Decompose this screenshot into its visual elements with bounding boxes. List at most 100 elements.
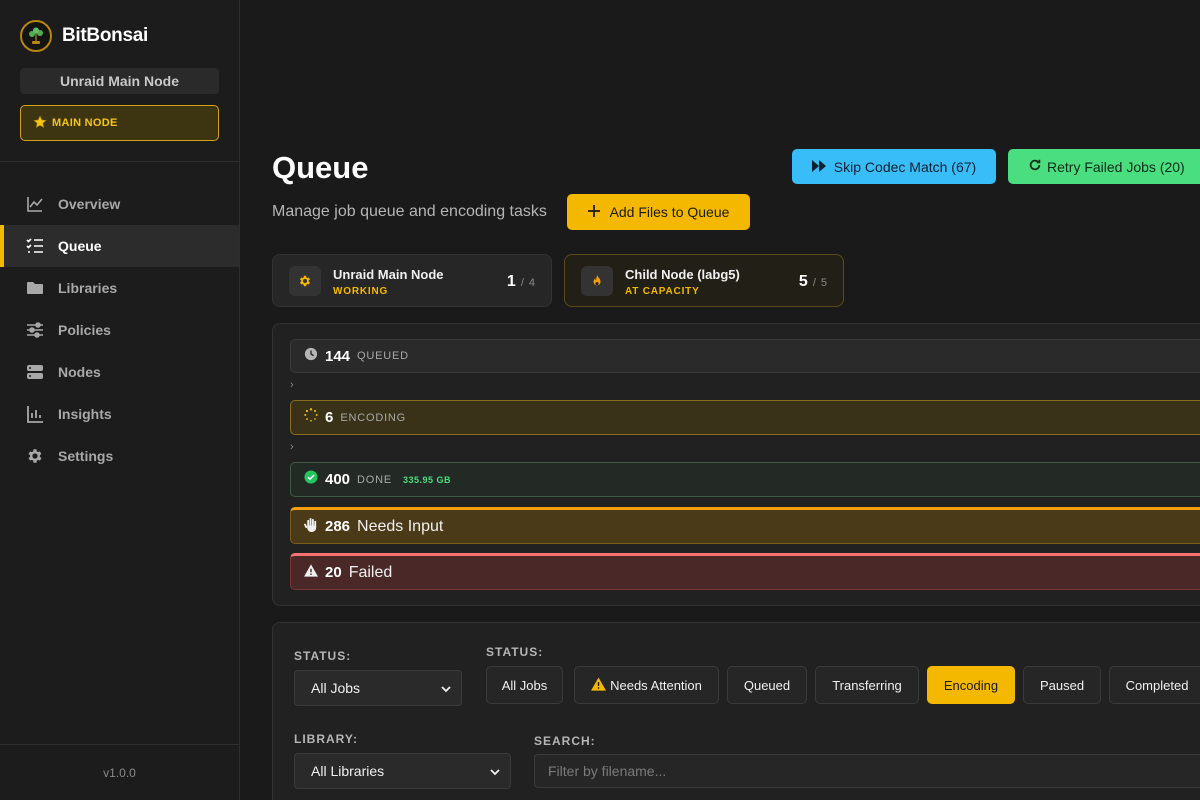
main-node-badge: MAIN NODE	[20, 105, 219, 141]
status-chips-label: STATUS:	[486, 645, 544, 659]
sidebar-item-label: Overview	[58, 196, 121, 212]
sidebar-item-overview[interactable]: Overview	[0, 183, 239, 225]
bonsai-logo-icon	[20, 20, 52, 52]
node-status: AT CAPACITY	[625, 286, 700, 297]
status-summary-panel: 144 QUEUED › 6 ENCODING › 400 DONE 335.9…	[272, 323, 1200, 606]
server-icon	[26, 363, 44, 381]
app-name: BitBonsai	[62, 25, 148, 46]
queued-count: 144	[325, 347, 351, 365]
status-row-needs-input[interactable]: 286 Needs Input	[290, 507, 1200, 544]
chip-label: Transferring	[832, 677, 902, 693]
chip-all-jobs[interactable]: All Jobs	[486, 666, 563, 704]
node-job-count: 5 / 5	[799, 273, 827, 291]
node-capacity-separator: /	[520, 277, 524, 289]
add-files-label: Add Files to Queue	[609, 204, 730, 220]
library-select-value: All Libraries	[311, 763, 385, 779]
sidebar-divider	[0, 161, 239, 162]
needs-input-label: Needs Input	[357, 517, 444, 535]
fast-forward-icon	[811, 159, 826, 175]
node-capacity: 4	[528, 277, 535, 289]
chevron-right-icon[interactable]: ›	[290, 441, 294, 453]
failed-count: 20	[325, 564, 342, 581]
folder-icon	[26, 279, 44, 297]
page-title: Queue	[272, 150, 369, 185]
failed-label: Failed	[348, 563, 393, 581]
node-active-jobs: 5	[798, 273, 808, 290]
hand-icon	[304, 517, 318, 537]
skip-codec-match-label: Skip Codec Match (67)	[833, 158, 977, 175]
sidebar-item-nodes[interactable]: Nodes	[0, 351, 239, 393]
status-select[interactable]: All Jobs	[294, 670, 462, 706]
node-status: WORKING	[333, 286, 389, 297]
chip-label: Completed	[1125, 677, 1189, 693]
skip-codec-match-button[interactable]: Skip Codec Match (67)	[792, 149, 996, 184]
node-capacity: 5	[820, 277, 827, 289]
gear-icon	[289, 266, 321, 296]
status-row-encoding[interactable]: 6 ENCODING	[290, 400, 1200, 435]
chip-needs-attention[interactable]: Needs Attention	[574, 666, 719, 704]
chip-transferring[interactable]: Transferring	[815, 666, 919, 704]
chip-queued[interactable]: Queued	[727, 666, 807, 704]
chip-label: Needs Attention	[610, 677, 702, 693]
encoding-label: ENCODING	[340, 411, 407, 424]
retry-failed-jobs-button[interactable]: Retry Failed Jobs (20)	[1008, 149, 1200, 184]
sidebar-item-label: Policies	[58, 322, 111, 338]
status-row-failed[interactable]: 20 Failed	[290, 553, 1200, 590]
status-row-queued[interactable]: 144 QUEUED	[290, 339, 1200, 373]
search-input[interactable]	[534, 754, 1200, 788]
check-circle-icon	[304, 470, 318, 489]
sidebar-item-libraries[interactable]: Libraries	[0, 267, 239, 309]
chip-label: All Jobs	[501, 677, 548, 693]
status-filter-label: STATUS:	[294, 649, 352, 663]
chip-paused[interactable]: Paused	[1023, 666, 1101, 704]
node-card-child[interactable]: Child Node (labg5) AT CAPACITY 5 / 5	[564, 254, 844, 307]
sidebar-item-insights[interactable]: Insights	[0, 393, 239, 435]
plus-icon	[587, 204, 600, 220]
node-name: Child Node (labg5)	[625, 267, 740, 282]
done-label: DONE	[357, 473, 393, 486]
warning-icon	[591, 676, 607, 694]
fire-icon	[581, 266, 613, 296]
chevron-down-icon	[441, 680, 451, 696]
chevron-right-icon[interactable]: ›	[290, 379, 294, 391]
node-name: Unraid Main Node	[333, 267, 444, 282]
sidebar-item-queue[interactable]: Queue	[0, 225, 239, 267]
sidebar-item-settings[interactable]: Settings	[0, 435, 239, 477]
chip-label: Paused	[1039, 677, 1085, 693]
node-card-main[interactable]: Unraid Main Node WORKING 1 / 4	[272, 254, 552, 307]
sidebar-footer-divider	[0, 744, 239, 745]
star-icon	[33, 114, 47, 132]
done-count: 400	[325, 471, 351, 488]
sidebar-nav: Overview Queue Libraries Policies Nodes	[0, 183, 239, 477]
node-job-count: 1 / 4	[507, 273, 535, 291]
chevron-down-icon	[490, 763, 500, 779]
library-select[interactable]: All Libraries	[294, 753, 511, 789]
sidebar-item-label: Queue	[58, 238, 102, 254]
retry-failed-jobs-label: Retry Failed Jobs (20)	[1047, 158, 1185, 175]
status-row-done[interactable]: 400 DONE 335.95 GB	[290, 462, 1200, 497]
status-select-value: All Jobs	[311, 680, 361, 696]
current-node-name: Unraid Main Node	[20, 68, 219, 94]
sidebar-item-policies[interactable]: Policies	[0, 309, 239, 351]
node-capacity-separator: /	[812, 277, 816, 289]
chip-completed[interactable]: Completed	[1109, 666, 1200, 704]
needs-input-count: 286	[325, 518, 351, 535]
sidebar-item-label: Nodes	[58, 364, 101, 380]
sidebar-item-label: Settings	[58, 448, 114, 464]
done-size: 335.95 GB	[403, 474, 452, 485]
library-filter-label: LIBRARY:	[294, 732, 358, 746]
clock-icon	[304, 347, 318, 366]
brand[interactable]: BitBonsai	[20, 20, 148, 52]
chip-encoding[interactable]: Encoding	[927, 666, 1015, 704]
chart-line-icon	[26, 195, 44, 213]
sliders-icon	[26, 321, 44, 339]
refresh-icon	[1028, 158, 1042, 175]
node-active-jobs: 1	[506, 273, 516, 290]
sidebar: BitBonsai Unraid Main Node MAIN NODE Ove…	[0, 0, 240, 800]
search-filter-label: SEARCH:	[534, 734, 596, 748]
encoding-count: 6	[325, 409, 334, 426]
queued-label: QUEUED	[357, 350, 409, 362]
sidebar-item-label: Libraries	[58, 280, 118, 296]
add-files-button[interactable]: Add Files to Queue	[567, 194, 750, 230]
list-check-icon	[26, 237, 44, 255]
